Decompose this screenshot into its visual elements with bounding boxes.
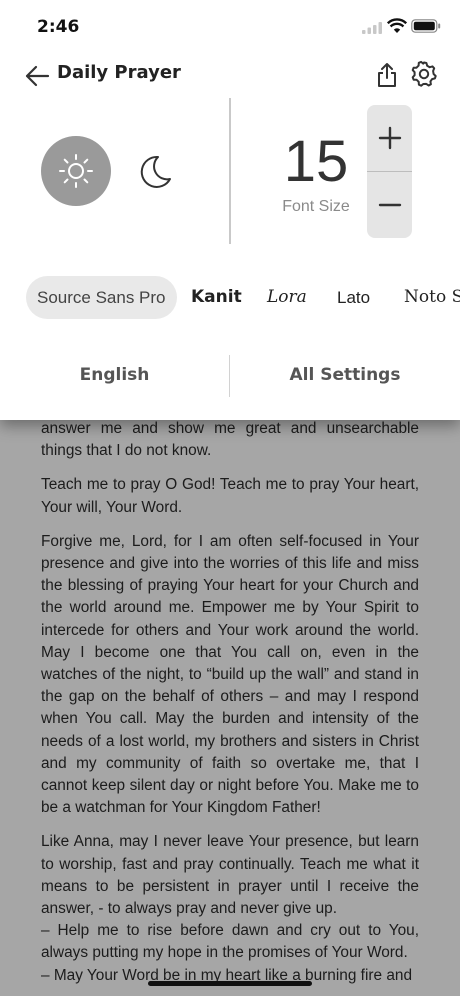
share-icon[interactable] (374, 61, 400, 89)
font-option-lato[interactable]: Lato (337, 276, 370, 319)
home-indicator (148, 981, 312, 986)
minus-icon (378, 203, 401, 207)
page-title: Daily Prayer (57, 62, 181, 83)
font-option-kanit[interactable]: Kanit (191, 276, 242, 319)
language-button[interactable]: English (0, 365, 229, 385)
decrease-font-button[interactable] (367, 172, 412, 238)
font-option-noto[interactable]: Noto S (404, 276, 460, 319)
battery-icon (411, 19, 441, 33)
cellular-signal-icon (362, 22, 382, 34)
font-option-lora[interactable]: Lora (267, 276, 307, 319)
status-bar: 2:46 (0, 0, 460, 52)
font-picker: Source Sans Pro Kanit Lora Lato Noto S (0, 276, 460, 322)
sun-icon (59, 154, 93, 188)
light-mode-button[interactable] (41, 136, 111, 206)
gear-icon[interactable] (410, 60, 438, 88)
font-size-stepper (367, 105, 412, 238)
paragraph: Like Anna, may I never leave Your presen… (41, 833, 419, 918)
all-settings-button[interactable]: All Settings (230, 365, 460, 385)
font-size-label: Font Size (282, 198, 350, 215)
moon-icon[interactable] (136, 152, 176, 192)
font-option-source-sans-pro[interactable]: Source Sans Pro (26, 276, 177, 319)
paragraph: Forgive me, Lord, for I am often self-fo… (41, 532, 419, 817)
paragraph: answer me and show me great and unsearch… (41, 420, 419, 460)
arrow-left-icon[interactable] (24, 63, 50, 89)
paragraph: – Help me to rise before dawn and cry ou… (41, 922, 419, 962)
prayer-text: answer me and show me great and unsearch… (41, 418, 419, 987)
reader-settings-panel: Daily Prayer 15 Font Size Source Sans Pr… (0, 52, 460, 420)
vertical-divider (229, 98, 231, 244)
status-time: 2:46 (37, 17, 80, 37)
increase-font-button[interactable] (367, 105, 412, 171)
plus-icon (378, 126, 401, 150)
paragraph: Teach me to pray O God! Teach me to pray… (41, 476, 419, 516)
wifi-icon (387, 18, 407, 33)
navigation-bar: Daily Prayer (0, 52, 460, 100)
font-size-value: 15 (283, 129, 349, 194)
